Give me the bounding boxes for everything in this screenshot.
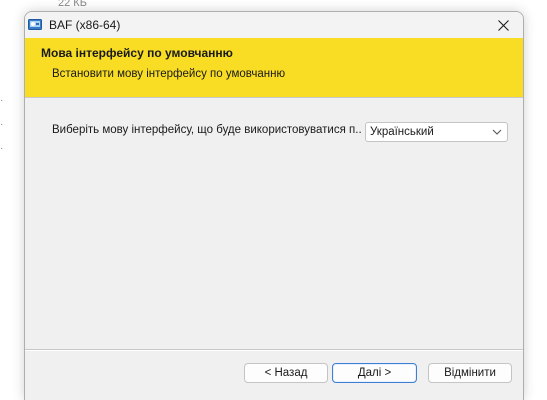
cancel-button[interactable]: Відмінити	[428, 363, 512, 383]
content-area: Виберіть мову інтерфейсу, що буде викори…	[25, 98, 523, 349]
background-dot: ·	[0, 143, 4, 154]
back-button[interactable]: < Назад	[244, 363, 328, 383]
close-button[interactable]	[483, 12, 523, 38]
header-banner: Мова інтерфейсу по умовчанню Встановити …	[25, 38, 523, 98]
footer: < Назад Далі > Відмінити	[25, 351, 523, 400]
close-icon	[497, 19, 509, 31]
background-file-size: 22 КБ	[58, 0, 87, 9]
language-prompt-label: Виберіть мову інтерфейсу, що буде викори…	[52, 124, 362, 136]
language-select[interactable]: Український	[365, 122, 508, 142]
title-bar[interactable]: BAF (x86-64)	[25, 12, 523, 38]
language-select-value: Український	[370, 126, 434, 138]
installer-window: BAF (x86-64) Мова інтерфейсу по умовчанн…	[24, 11, 524, 400]
background-dot: ·	[0, 95, 4, 106]
next-button[interactable]: Далі >	[332, 363, 417, 383]
page-title: Мова інтерфейсу по умовчанню	[41, 46, 233, 60]
page-subtitle: Встановити мову інтерфейсу по умовчанню	[52, 68, 286, 80]
window-title: BAF (x86-64)	[49, 18, 121, 32]
installer-icon	[28, 19, 42, 30]
background-dot: ·	[0, 119, 4, 130]
chevron-down-icon	[492, 129, 502, 135]
